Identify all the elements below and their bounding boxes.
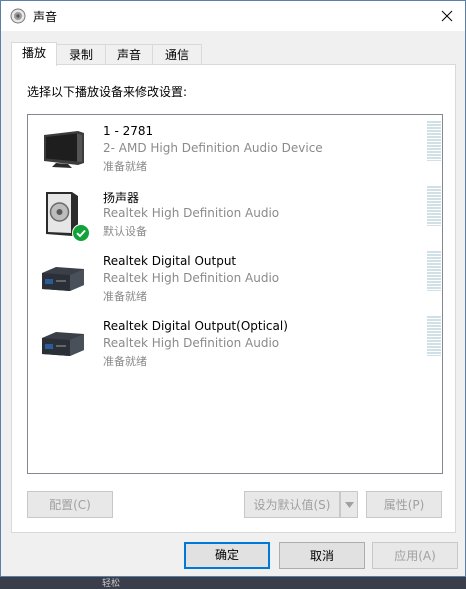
device-status: 默认设备 [103, 225, 147, 238]
playback-panel: 选择以下播放设备来修改设置: 1 - 2781 2- AMD High Defi… [11, 64, 456, 533]
tab-communications[interactable]: 通信 [152, 44, 202, 65]
device-status: 准备就绪 [103, 290, 147, 303]
monitor-icon [38, 123, 88, 173]
volume-meter [427, 121, 441, 161]
device-name: Realtek Digital Output(Optical) [103, 319, 288, 333]
chevron-down-icon [344, 501, 354, 508]
device-status: 准备就绪 [103, 355, 147, 368]
device-description: Realtek High Definition Audio [103, 271, 280, 285]
digital-output-icon [38, 253, 88, 303]
device-item[interactable]: Realtek Digital Output(Optical) Realtek … [28, 312, 442, 374]
device-status: 准备就绪 [103, 160, 147, 173]
speaker-app-icon [10, 8, 26, 24]
device-item[interactable]: Realtek Digital Output Realtek High Defi… [28, 247, 442, 309]
device-name: Realtek Digital Output [103, 254, 237, 268]
device-name: 1 - 2781 [103, 124, 154, 138]
device-description: Realtek High Definition Audio [103, 336, 280, 350]
volume-meter [427, 186, 441, 226]
ok-button[interactable]: 确定 [184, 542, 270, 569]
title-bar[interactable]: 声音 [1, 1, 465, 31]
close-icon [441, 10, 453, 22]
cancel-button[interactable]: 取消 [279, 542, 365, 569]
volume-meter [427, 316, 441, 356]
default-check-icon [72, 224, 90, 242]
configure-button[interactable]: 配置(C) [27, 491, 113, 518]
device-name: 扬声器 [103, 191, 140, 205]
device-item[interactable]: 1 - 2781 2- AMD High Definition Audio De… [28, 117, 442, 179]
set-default-dropdown[interactable] [340, 491, 358, 518]
tab-playback[interactable]: 播放 [11, 42, 57, 66]
device-description: Realtek High Definition Audio [103, 206, 280, 220]
close-button[interactable] [429, 1, 465, 31]
instruction-text: 选择以下播放设备来修改设置: [27, 85, 188, 99]
apply-button[interactable]: 应用(A) [372, 542, 458, 569]
optical-output-icon [38, 318, 88, 368]
volume-meter [427, 251, 441, 291]
sound-dialog: 声音 播放 录制 声音 通信 选择以下播放设备来修改设置: 1 - 2781 2… [0, 0, 466, 577]
tab-sounds[interactable]: 声音 [105, 44, 153, 65]
properties-button[interactable]: 属性(P) [366, 491, 442, 518]
device-item[interactable]: 扬声器 Realtek High Definition Audio 默认设备 [28, 182, 442, 244]
set-default-button[interactable]: 设为默认值(S) [244, 491, 340, 518]
tab-recording[interactable]: 录制 [56, 44, 106, 65]
device-description: 2- AMD High Definition Audio Device [103, 141, 323, 155]
device-list[interactable]: 1 - 2781 2- AMD High Definition Audio De… [27, 114, 443, 474]
window-title: 声音 [33, 10, 58, 24]
